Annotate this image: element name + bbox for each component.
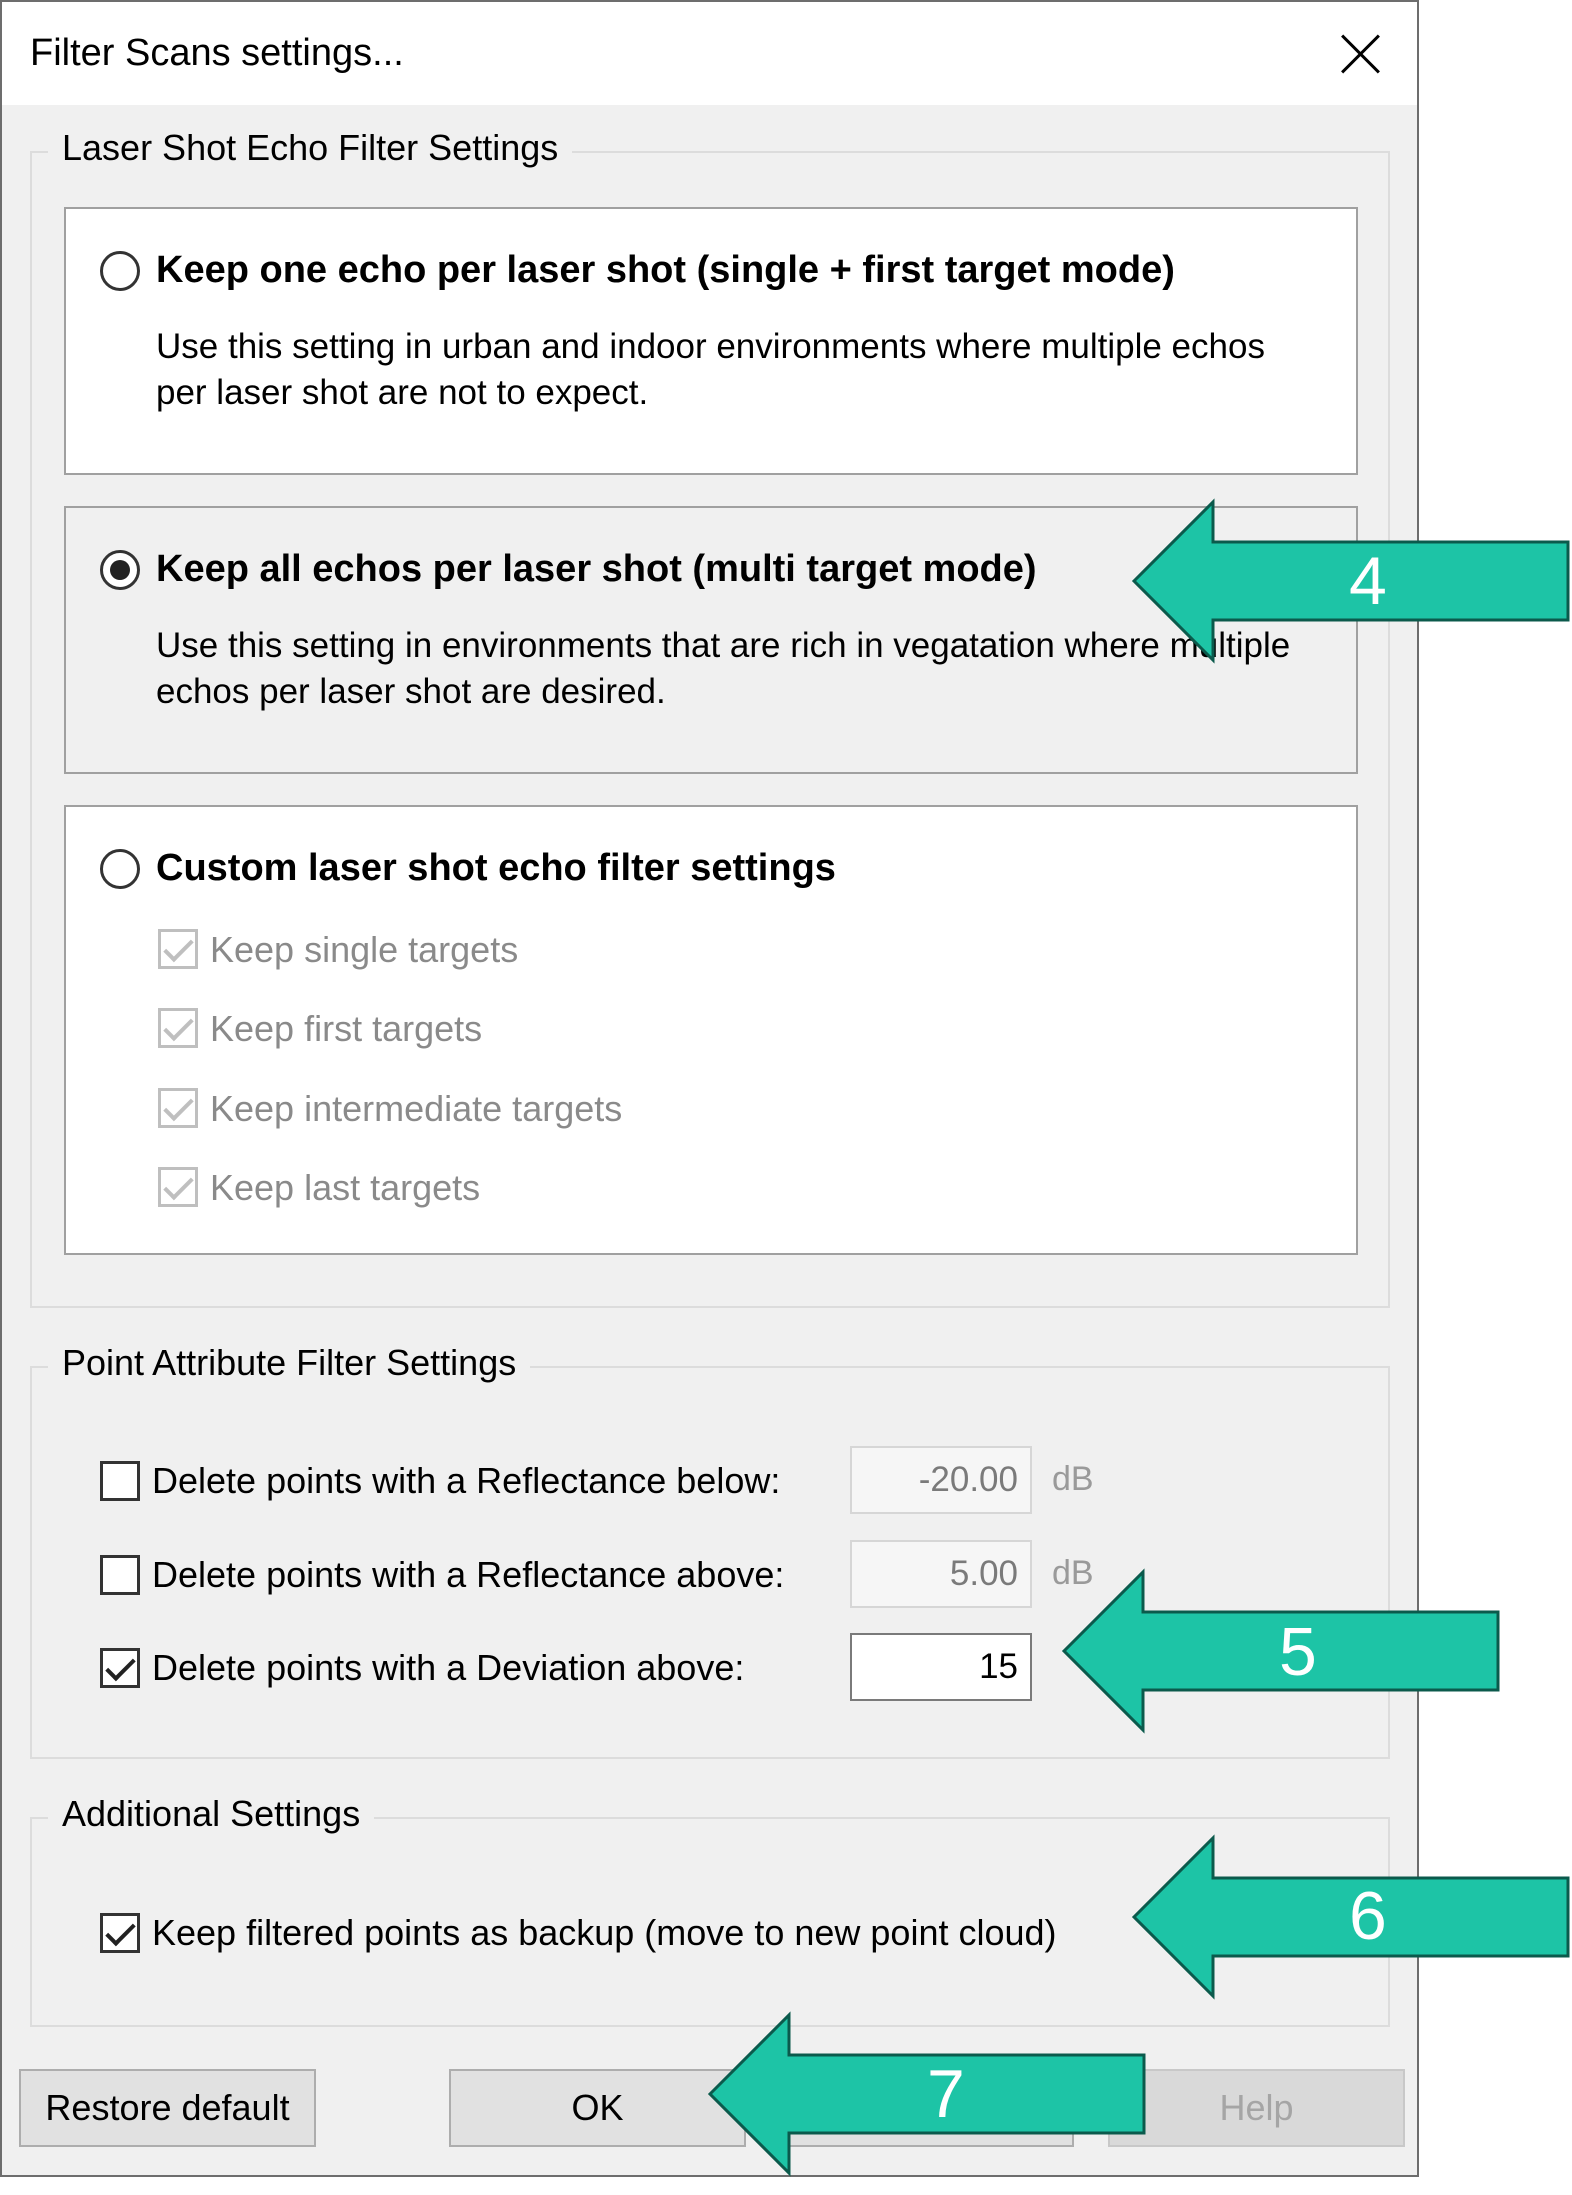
reflectance-above-checkbox[interactable] (100, 1555, 140, 1595)
reflectance-below-label: Delete points with a Reflectance below: (152, 1460, 781, 1501)
keep-single-targets-checkbox[interactable] (158, 929, 198, 969)
window-title: Filter Scans settings... (30, 32, 404, 74)
keep-backup-label: Keep filtered points as backup (move to … (152, 1912, 1057, 1953)
single-target-title: Keep one echo per laser shot (single + f… (156, 249, 1175, 291)
single-target-radio[interactable] (100, 251, 140, 291)
laser-echo-group-legend: Laser Shot Echo Filter Settings (48, 127, 573, 169)
title-bar: Filter Scans settings... (2, 2, 1417, 105)
deviation-above-label: Delete points with a Deviation above: (152, 1647, 745, 1688)
deviation-above-input[interactable]: 15 (850, 1633, 1032, 1701)
keep-intermediate-targets-label: Keep intermediate targets (210, 1088, 623, 1129)
reflectance-below-checkbox[interactable] (100, 1461, 140, 1501)
keep-last-targets-checkbox[interactable] (158, 1167, 198, 1207)
multi-target-radio[interactable] (100, 550, 140, 590)
keep-backup-checkbox[interactable] (100, 1913, 140, 1953)
annotation-label-6: 6 (1349, 1878, 1387, 1954)
custom-title: Custom laser shot echo filter settings (156, 847, 836, 889)
deviation-above-checkbox[interactable] (100, 1648, 140, 1688)
reflectance-above-input[interactable]: 5.00 (850, 1540, 1032, 1608)
restore-default-button[interactable]: Restore default (19, 2069, 316, 2147)
annotation-label-7: 7 (927, 2056, 965, 2132)
keep-single-targets-label: Keep single targets (210, 929, 519, 970)
keep-first-targets-label: Keep first targets (210, 1008, 483, 1049)
ok-button[interactable]: OK (449, 2069, 746, 2147)
keep-first-targets-checkbox[interactable] (158, 1008, 198, 1048)
additional-settings-group-legend: Additional Settings (48, 1793, 375, 1835)
keep-intermediate-targets-checkbox[interactable] (158, 1088, 198, 1128)
close-icon[interactable] (1332, 24, 1390, 82)
help-button[interactable]: Help (1108, 2069, 1405, 2147)
reflectance-above-label: Delete points with a Reflectance above: (152, 1554, 785, 1595)
custom-radio[interactable] (100, 849, 140, 889)
keep-last-targets-label: Keep last targets (210, 1167, 481, 1208)
reflectance-below-input[interactable]: -20.00 (850, 1446, 1032, 1514)
multi-target-title: Keep all echos per laser shot (multi tar… (156, 548, 1037, 590)
option-card-single-target[interactable]: Keep one echo per laser shot (single + f… (64, 207, 1358, 475)
annotation-label-5: 5 (1279, 1614, 1317, 1690)
single-target-description: Use this setting in urban and indoor env… (156, 327, 1265, 412)
reflectance-below-unit: dB (1052, 1460, 1094, 1498)
option-card-custom[interactable]: Custom laser shot echo filter settings K… (64, 805, 1358, 1255)
annotation-label-4: 4 (1349, 543, 1387, 619)
point-attribute-group-legend: Point Attribute Filter Settings (48, 1342, 531, 1384)
